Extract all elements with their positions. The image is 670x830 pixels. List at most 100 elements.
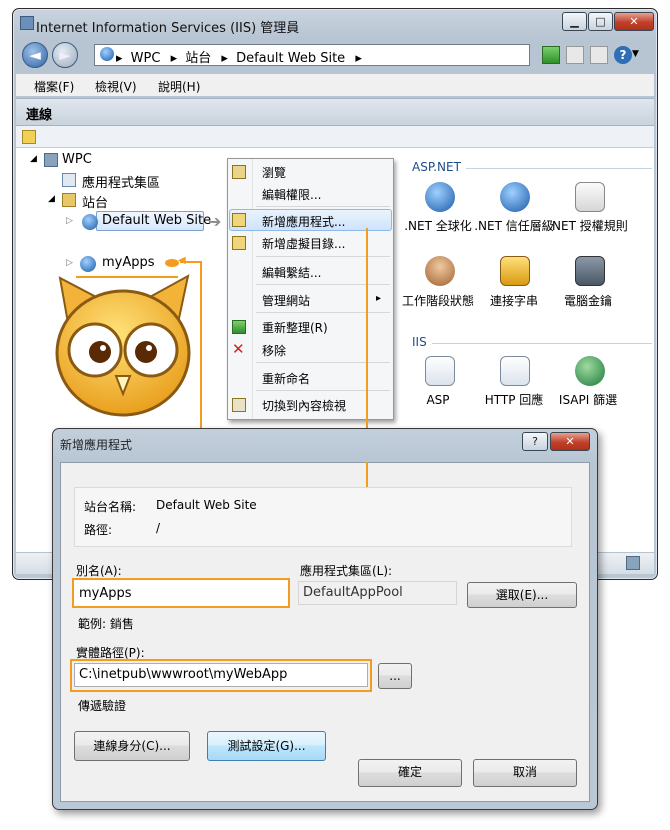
help-dropdown-icon[interactable]: ▼	[632, 49, 639, 59]
path-label: 路徑:	[84, 523, 113, 537]
home-icon[interactable]	[590, 46, 608, 64]
menu-item-remove[interactable]: 移除	[262, 342, 286, 359]
feature-asp[interactable]: ASP	[398, 392, 478, 408]
alias-input[interactable]: myApps	[72, 578, 290, 608]
asp-icon[interactable]	[425, 356, 455, 386]
feature-authorization-rules[interactable]: .NET 授權規則	[548, 218, 628, 234]
dialog-help-button[interactable]: ?	[522, 432, 548, 451]
menu-item-edit-permissions[interactable]: 編輯權限...	[262, 186, 321, 203]
breadcrumb-site[interactable]: Default Web Site	[236, 51, 345, 66]
menu-item-add-application[interactable]: 新增應用程式...	[262, 213, 345, 230]
website-globe-icon	[82, 214, 98, 230]
connect-icon[interactable]	[22, 130, 36, 144]
browse-path-button[interactable]: ...	[378, 663, 412, 689]
select-pool-button[interactable]: 選取(E)...	[467, 582, 577, 608]
cancel-button[interactable]: 取消	[473, 759, 577, 787]
feature-machine-key[interactable]: 電腦金鑰	[548, 293, 628, 309]
minimize-button[interactable]: ▁	[562, 12, 587, 31]
server-globe-icon	[100, 47, 114, 61]
menu-gutter	[252, 159, 253, 419]
connect-as-button[interactable]: 連線身分(C)...	[74, 731, 190, 761]
arrow-icon: ➔	[208, 212, 222, 231]
owl-mascot-icon	[55, 274, 191, 417]
callout-arrow-icon: ◀	[178, 255, 186, 266]
alias-label: 別名(A):	[76, 564, 122, 578]
feature-session-state[interactable]: 工作階段狀態	[398, 293, 478, 309]
menu-separator	[256, 312, 390, 313]
refresh-icon[interactable]	[542, 46, 560, 64]
back-button[interactable]: ◄	[22, 42, 48, 68]
isapi-filters-icon[interactable]	[575, 356, 605, 386]
authorization-rules-icon[interactable]	[575, 182, 605, 212]
menu-item-edit-bindings[interactable]: 編輯繫結...	[262, 264, 321, 281]
refresh-icon	[232, 320, 246, 334]
server-icon	[44, 153, 58, 167]
menu-item-browse[interactable]: 瀏覽	[262, 164, 286, 181]
site-name-value: Default Web Site	[156, 498, 257, 512]
machine-key-icon[interactable]	[575, 256, 605, 286]
tree-default-site[interactable]: Default Web Site	[102, 213, 211, 228]
browse-icon	[232, 165, 246, 179]
add-virtual-dir-icon	[232, 236, 246, 250]
ok-button[interactable]: 確定	[358, 759, 462, 787]
menu-item-manage-website[interactable]: 管理網站	[262, 292, 310, 309]
stop-icon[interactable]	[566, 46, 584, 64]
menu-separator	[256, 390, 390, 391]
menu-help[interactable]: 說明(H)	[158, 78, 200, 95]
feature-isapi-filters[interactable]: ISAPI 篩選	[548, 392, 628, 408]
group-divider	[432, 343, 652, 344]
close-button[interactable]: ✕	[614, 12, 654, 31]
connections-title: 連線	[26, 108, 53, 123]
expander-icon[interactable]: ▷	[66, 258, 73, 268]
forward-button[interactable]: ►	[52, 42, 78, 68]
dialog-close-button[interactable]: ✕	[550, 432, 590, 451]
session-state-icon[interactable]	[425, 256, 455, 286]
callout-bubble-icon	[165, 259, 179, 267]
menu-item-switch-content-view[interactable]: 切換到內容檢視	[262, 397, 346, 414]
feature-connection-strings[interactable]: 連接字串	[474, 293, 554, 309]
sites-folder-icon	[62, 193, 76, 207]
menu-item-refresh[interactable]: 重新整理(R)	[262, 319, 328, 336]
alias-example: 範例: 銷售	[78, 617, 134, 631]
tree-app-pools[interactable]: 應用程式集區	[82, 172, 160, 191]
path-value: /	[156, 521, 161, 535]
menu-file[interactable]: 檔案(F)	[34, 78, 74, 95]
menu-view[interactable]: 檢視(V)	[95, 78, 137, 95]
feature-globalization[interactable]: .NET 全球化	[398, 218, 478, 234]
menu-separator	[256, 284, 390, 285]
maximize-button[interactable]: □	[588, 12, 613, 31]
trust-level-icon[interactable]	[500, 182, 530, 212]
tree-sites[interactable]: 站台	[82, 192, 108, 211]
breadcrumb-sep: ▸	[116, 51, 123, 66]
window-title: Internet Information Services (IIS) 管理員	[36, 21, 300, 36]
expander-icon[interactable]: ▷	[66, 216, 73, 226]
callout-line-v	[200, 261, 202, 447]
globalization-icon[interactable]	[425, 182, 455, 212]
aspnet-group-title: ASP.NET	[412, 160, 461, 174]
menu-item-add-virtual-directory[interactable]: 新增虛擬目錄...	[262, 235, 345, 252]
feature-trust-level[interactable]: .NET 信任層級	[474, 218, 554, 234]
breadcrumb-sep: ▸	[170, 51, 178, 66]
breadcrumb: ▸ WPC ▸ 站台 ▸ Default Web Site ▸	[116, 47, 362, 66]
pass-through-auth: 傳遞驗證	[78, 699, 127, 713]
breadcrumb-sep: ▸	[221, 51, 228, 66]
breadcrumb-sep: ▸	[355, 51, 362, 66]
http-response-icon[interactable]	[500, 356, 530, 386]
network-status-icon	[626, 556, 640, 570]
tree-root[interactable]: WPC	[62, 152, 92, 167]
menu-separator	[256, 206, 390, 207]
dialog-title: 新增應用程式	[60, 438, 133, 452]
physical-path-input[interactable]: C:\inetpub\wwwroot\myWebApp	[74, 663, 368, 687]
test-settings-button[interactable]: 測試設定(G)...	[207, 731, 326, 761]
feature-http-response[interactable]: HTTP 回應	[474, 392, 554, 408]
expander-icon[interactable]: ◢	[48, 194, 55, 204]
breadcrumb-wpc[interactable]: WPC	[131, 51, 161, 66]
group-divider	[466, 168, 652, 169]
expander-icon[interactable]: ◢	[30, 154, 37, 164]
help-icon[interactable]: ?	[614, 46, 632, 64]
connection-strings-icon[interactable]	[500, 256, 530, 286]
menu-item-rename[interactable]: 重新命名	[262, 370, 310, 387]
breadcrumb-sites[interactable]: 站台	[185, 51, 211, 66]
site-name-label: 站台名稱:	[84, 500, 137, 514]
app-pool-label: 應用程式集區(L):	[300, 564, 393, 578]
